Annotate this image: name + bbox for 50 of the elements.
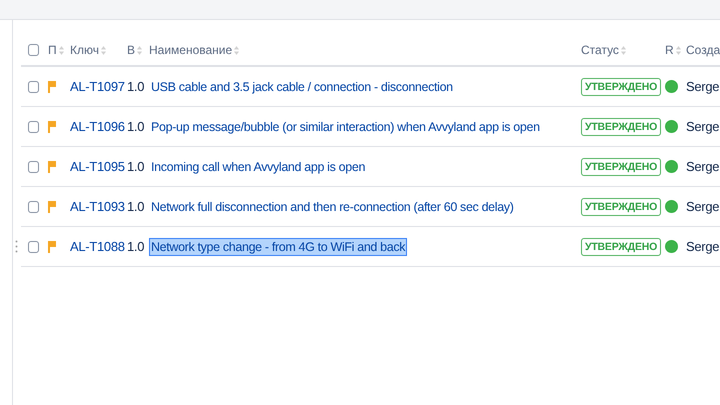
version-text: 1.0 — [127, 119, 144, 134]
test-name-link[interactable]: Network full disconnection and then re-connection (after 60 sec delay) — [149, 198, 516, 216]
sort-icon[interactable] — [137, 46, 142, 54]
test-key-link[interactable]: AL-T1093 — [70, 199, 125, 214]
test-key-link[interactable]: AL-T1096 — [70, 119, 125, 134]
status-badge: УТВЕРЖДЕНО — [581, 118, 662, 136]
column-header[interactable]: Ключ — [70, 43, 99, 57]
test-name-link[interactable]: Pop-up message/bubble (or similar interaction) when Avvyland app is open — [149, 118, 542, 136]
column-header[interactable]: R — [665, 43, 674, 57]
version-text: 1.0 — [127, 159, 144, 174]
status-badge: УТВЕРЖДЕНО — [581, 198, 662, 216]
creator-text: Serge — [686, 239, 720, 254]
row-checkbox[interactable] — [28, 160, 39, 172]
status-badge: УТВЕРЖДЕНО — [581, 158, 662, 176]
column-header[interactable]: В — [127, 43, 136, 57]
sort-icon[interactable] — [58, 46, 64, 54]
sort-icon[interactable] — [676, 46, 681, 54]
creator-text: Serge — [686, 199, 720, 214]
row-checkbox[interactable] — [28, 80, 39, 92]
test-name-link[interactable]: Network type change - from 4G to WiFi and back — [149, 238, 408, 256]
row-checkbox[interactable] — [28, 200, 39, 212]
sort-icon[interactable] — [234, 46, 240, 54]
status-badge: УТВЕРЖДЕНО — [581, 238, 662, 256]
test-key-link[interactable]: AL-T1097 — [70, 79, 125, 94]
version-text: 1.0 — [127, 199, 144, 214]
flag-icon — [48, 200, 56, 212]
creator-text: Serge — [686, 119, 720, 134]
flag-icon — [48, 160, 56, 172]
sort-icon[interactable] — [100, 46, 106, 54]
column-header[interactable]: Статус — [581, 43, 619, 57]
test-key-link[interactable]: AL-T1095 — [70, 159, 125, 174]
sort-icon[interactable] — [620, 46, 626, 54]
status-badge: УТВЕРЖДЕНО — [581, 78, 662, 96]
version-text: 1.0 — [127, 79, 144, 94]
flag-icon — [48, 240, 56, 252]
creator-text: Serge — [686, 79, 720, 94]
drag-handle-icon[interactable] — [15, 240, 18, 253]
column-header[interactable]: П — [48, 43, 57, 57]
flag-icon — [48, 120, 56, 132]
column-header[interactable]: Наименование — [149, 43, 232, 57]
version-text: 1.0 — [127, 239, 144, 254]
row-checkbox[interactable] — [28, 240, 39, 252]
creator-text: Serge — [686, 159, 720, 174]
test-key-link[interactable]: AL-T1088 — [70, 239, 125, 254]
test-name-link[interactable]: Incoming call when Avvyland app is open — [149, 158, 368, 176]
row-checkbox[interactable] — [28, 120, 39, 132]
select-all-checkbox[interactable] — [28, 44, 39, 56]
test-name-link[interactable]: USB cable and 3.5 jack cable / connection - disconnection — [149, 78, 455, 96]
column-header[interactable]: Созда — [686, 43, 720, 57]
flag-icon — [48, 80, 56, 92]
